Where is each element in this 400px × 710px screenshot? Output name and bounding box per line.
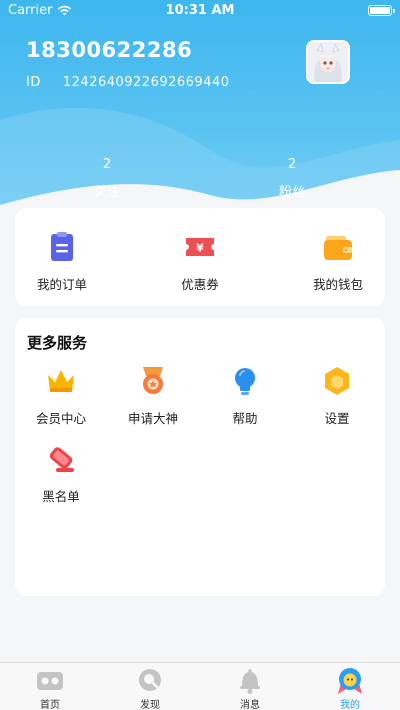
tab-me-label: 我的 bbox=[340, 700, 360, 710]
battery-icon bbox=[368, 5, 395, 16]
tab-home-label: 首页 bbox=[40, 700, 60, 710]
status-bar: Carrier 10:31 AM bbox=[0, 0, 400, 22]
hexagon-settings-icon bbox=[325, 367, 349, 395]
following-count: 2 bbox=[102, 157, 112, 172]
tab-discover[interactable]: 发现 bbox=[100, 663, 200, 710]
tab-home[interactable]: 首页 bbox=[0, 663, 100, 710]
settings-button[interactable]: 设置 bbox=[291, 364, 383, 427]
following-stat[interactable]: 2 关注 bbox=[67, 157, 147, 200]
my-orders-button[interactable]: 我的订单 bbox=[16, 230, 108, 293]
vip-center-button[interactable]: 会员中心 bbox=[15, 364, 107, 427]
user-id-value: 1242640922692669440 bbox=[62, 75, 230, 90]
coupons-label: 优惠券 bbox=[181, 277, 219, 292]
wallet-icon bbox=[324, 236, 352, 260]
vip-center-label: 会员中心 bbox=[35, 411, 86, 426]
medal-icon bbox=[143, 367, 163, 394]
tab-messages[interactable]: 消息 bbox=[200, 663, 300, 710]
avatar-image bbox=[308, 42, 348, 82]
tab-me[interactable]: 我的 bbox=[300, 663, 400, 710]
help-label: 帮助 bbox=[232, 411, 258, 426]
bell-icon bbox=[240, 669, 260, 694]
followers-stat[interactable]: 2 粉丝 bbox=[252, 157, 332, 200]
tab-discover-label: 发现 bbox=[140, 700, 160, 710]
home-vr-icon bbox=[37, 672, 63, 690]
quick-actions-card: 我的订单 ¥ 优惠券 我的钱包 bbox=[15, 208, 385, 306]
more-services-card: 更多服务 会员中心 申请大神 帮助 设置 黑名单 bbox=[15, 318, 385, 596]
profile-character-icon bbox=[338, 668, 362, 694]
status-time: 10:31 AM bbox=[165, 3, 235, 18]
coupon-icon: ¥ bbox=[186, 238, 214, 256]
search-icon bbox=[139, 669, 161, 691]
apply-master-button[interactable]: 申请大神 bbox=[107, 364, 199, 427]
clipboard-icon bbox=[51, 232, 73, 261]
help-button[interactable]: 帮助 bbox=[199, 364, 291, 427]
my-orders-label: 我的订单 bbox=[36, 277, 87, 292]
wallet-label: 我的钱包 bbox=[312, 277, 363, 292]
bottom-tab-bar: 首页 发现 消息 我的 bbox=[0, 662, 400, 710]
blacklist-label: 黑名单 bbox=[42, 489, 80, 504]
user-id-row: ID 1242640922692669440 bbox=[26, 75, 230, 90]
svg-text:¥: ¥ bbox=[196, 242, 204, 255]
wallet-button[interactable]: 我的钱包 bbox=[292, 230, 384, 293]
coupons-button[interactable]: ¥ 优惠券 bbox=[154, 230, 246, 293]
lightbulb-icon bbox=[235, 368, 255, 395]
user-phone-number: 18300622286 bbox=[26, 38, 193, 62]
more-services-title: 更多服务 bbox=[27, 334, 88, 352]
user-id-label: ID bbox=[26, 75, 41, 90]
following-label: 关注 bbox=[93, 185, 120, 200]
followers-label: 粉丝 bbox=[278, 185, 305, 200]
apply-master-label: 申请大神 bbox=[127, 411, 178, 426]
blacklist-button[interactable]: 黑名单 bbox=[15, 442, 107, 505]
settings-label: 设置 bbox=[324, 411, 350, 426]
crown-icon bbox=[48, 370, 74, 392]
followers-count: 2 bbox=[287, 157, 297, 172]
avatar[interactable] bbox=[306, 40, 350, 84]
blacklist-icon bbox=[49, 447, 74, 472]
tab-messages-label: 消息 bbox=[240, 700, 260, 710]
